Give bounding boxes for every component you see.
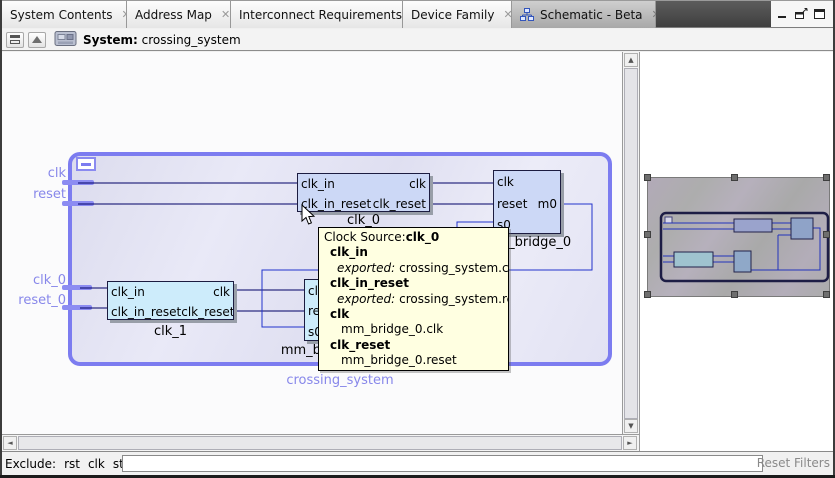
block-clk_1[interactable]: clk_in clk clk_in_reset clk_reset (107, 281, 234, 320)
tab-system-contents[interactable]: System Contents ✕ (2, 1, 127, 28)
schematic-icon (520, 8, 534, 21)
block-label-clk_1: clk_1 (107, 324, 234, 339)
system-label: System: (83, 33, 138, 47)
selection-handle[interactable] (644, 174, 651, 181)
window-border-top (0, 0, 835, 1)
system-caption: crossing_system (240, 373, 440, 388)
scroll-left-icon[interactable]: ◄ (3, 436, 17, 450)
selection-handle[interactable] (823, 291, 830, 298)
float-window-icon[interactable] (793, 7, 808, 22)
system-title: System: crossing_system (83, 33, 241, 47)
overview-mini-schematic (648, 178, 831, 296)
selection-handle[interactable] (644, 231, 651, 238)
selection-handle[interactable] (823, 174, 830, 181)
tab-schematic-beta[interactable]: Schematic - Beta ✕ (512, 1, 656, 28)
port-tick (62, 305, 92, 310)
system-module-icon (54, 29, 77, 51)
port-clk_in[interactable]: clk_in (111, 285, 145, 299)
block-label-clk_0: clk_0 (297, 213, 430, 228)
filter-token-clk[interactable]: clk (88, 457, 105, 471)
filter-token-rst[interactable]: rst (64, 457, 80, 471)
tab-interconnect-requirements[interactable]: Interconnect Requirements ✕ (231, 1, 403, 28)
tab-device-family[interactable]: Device Family ✕ (403, 1, 512, 28)
port-tick (62, 285, 92, 290)
port-clk_reset[interactable]: clk_reset (373, 197, 426, 211)
tab-label: System Contents (10, 8, 113, 22)
vertical-scroll-thumb[interactable] (624, 68, 638, 419)
selection-handle[interactable] (644, 291, 651, 298)
tooltip-port: clk_in_reset (324, 276, 503, 291)
exported-port-reset[interactable]: reset (6, 187, 66, 202)
tab-label: Device Family (411, 8, 494, 22)
port-tick (62, 201, 94, 206)
tab-label: Schematic - Beta (540, 8, 643, 22)
tooltip-detail: mm_bridge_0.clk (324, 322, 503, 337)
tab-label: Address Map (135, 8, 212, 22)
exported-port-clk[interactable]: clk (6, 166, 66, 181)
export-view-button[interactable] (6, 32, 24, 48)
window-controls (771, 1, 833, 27)
schematic-toolbar: System: crossing_system (2, 29, 833, 51)
tooltip-detail: mm_bridge_0.reset (324, 353, 503, 368)
maximize-icon[interactable] (812, 7, 827, 22)
scroll-right-icon[interactable]: ► (623, 436, 637, 450)
clock-source-tooltip: Clock Source:clk_0 clk_in exported:cross… (318, 227, 509, 371)
tab-label: Interconnect Requirements (239, 8, 402, 22)
tooltip-detail: exported:crossing_system.clk (324, 261, 503, 276)
horizontal-scrollbar[interactable]: ◄ ► (2, 434, 639, 451)
overview-panel (640, 52, 833, 451)
collapse-system-button[interactable] (76, 157, 96, 171)
selection-handle[interactable] (731, 291, 738, 298)
minimize-icon[interactable] (774, 7, 789, 22)
selection-handle[interactable] (731, 174, 738, 181)
port-clk[interactable]: clk (213, 285, 230, 299)
tooltip-title: Clock Source:clk_0 (324, 230, 503, 245)
tab-bar-filler (656, 1, 771, 27)
port-tick (62, 180, 94, 185)
close-icon[interactable]: ✕ (221, 9, 230, 20)
window-border-left (0, 0, 2, 478)
block-clk_0[interactable]: clk_in clk clk_in_reset clk_reset (297, 173, 430, 212)
tooltip-port: clk (324, 307, 503, 322)
scroll-down-icon[interactable]: ▼ (624, 419, 638, 433)
exported-port-clk_0[interactable]: clk_0 (6, 273, 66, 288)
pane-divider[interactable] (639, 52, 640, 451)
scroll-up-icon[interactable]: ▲ (624, 53, 638, 67)
tooltip-port: clk_in (324, 245, 503, 260)
filter-bar: Exclude: rst clk st mm Reset Filters (0, 451, 835, 475)
port-clk[interactable]: clk (409, 177, 426, 191)
port-clk_in_reset[interactable]: clk_in_reset (111, 305, 181, 319)
tab-address-map[interactable]: Address Map ✕ (127, 1, 231, 28)
tooltip-detail: exported:crossing_system.reset (324, 292, 503, 307)
system-name: crossing_system (142, 33, 241, 47)
port-m0[interactable]: m0 (538, 197, 557, 211)
horizontal-scroll-thumb[interactable] (18, 436, 622, 450)
port-clk[interactable]: clk (497, 175, 514, 189)
vertical-scrollbar[interactable]: ▲ ▼ (622, 52, 639, 434)
port-clk_in[interactable]: clk_in (301, 177, 335, 191)
tab-bar: System Contents ✕ Address Map ✕ Intercon… (2, 1, 833, 28)
app-window: System Contents ✕ Address Map ✕ Intercon… (0, 0, 835, 478)
block-mm_bridge_0[interactable]: clk reset m0 s0 (493, 170, 561, 234)
exclude-filter-input[interactable] (122, 455, 763, 472)
mouse-cursor-icon (301, 204, 316, 230)
tooltip-port: clk_reset (324, 338, 503, 353)
overview-viewport[interactable] (647, 177, 830, 297)
selection-handle[interactable] (823, 231, 830, 238)
reset-filters-button[interactable]: Reset Filters (757, 456, 830, 470)
exported-port-reset_0[interactable]: reset_0 (6, 293, 66, 308)
port-clk_reset[interactable]: clk_reset (181, 305, 234, 319)
move-up-button[interactable] (28, 32, 46, 48)
port-reset[interactable]: reset (497, 197, 527, 211)
exclude-label: Exclude: (5, 457, 56, 471)
